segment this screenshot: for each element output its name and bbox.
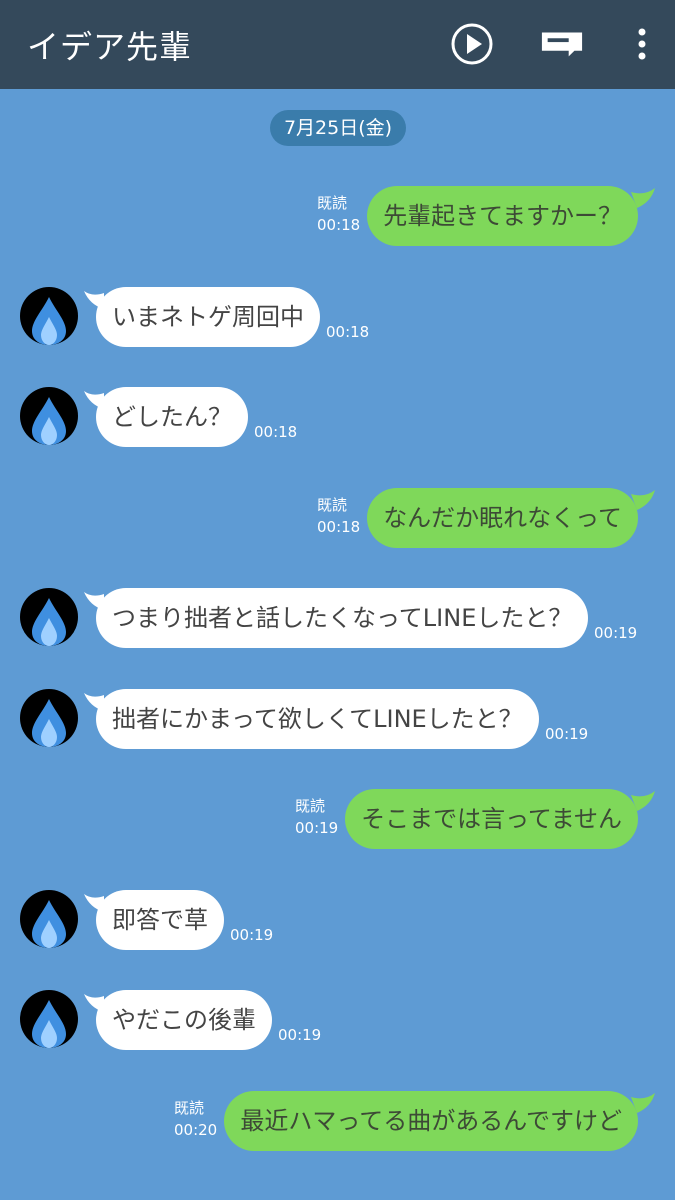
message-bubble[interactable]: 先輩起きてますかー？ — [367, 186, 638, 246]
message-time: 00:19 — [594, 624, 638, 642]
incoming-message: いまネトゲ周回中 00:18 — [0, 287, 675, 367]
read-receipt: 既読 — [317, 496, 348, 514]
incoming-message: やだこの後輩 00:19 — [0, 990, 675, 1070]
incoming-message: どしたん？ 00:18 — [0, 387, 675, 467]
flame-icon — [32, 397, 66, 445]
flame-icon — [32, 598, 66, 646]
incoming-message: 拙者にかまって欲しくてLINEしたと？ 00:19 — [0, 689, 675, 769]
message-meta: 既読 00:19 — [295, 795, 338, 839]
message-bubble[interactable]: なんだか眠れなくって — [367, 488, 638, 548]
app-header: イデア先輩 — [0, 0, 675, 89]
message-time: 00:19 — [295, 819, 339, 837]
message-meta: 既読 00:18 — [317, 192, 360, 236]
message-time: 00:18 — [254, 423, 298, 441]
message-meta: 既読 00:20 — [174, 1097, 217, 1141]
message-time: 00:19 — [230, 926, 274, 944]
date-separator: 7月25日(金) — [270, 110, 406, 146]
message-time: 00:19 — [545, 725, 589, 743]
more-icon[interactable] — [620, 22, 664, 66]
read-receipt: 既読 — [174, 1099, 205, 1117]
message-meta: 既読 00:18 — [317, 494, 360, 538]
read-receipt: 既読 — [317, 194, 348, 212]
message-time: 00:18 — [317, 216, 361, 234]
read-receipt: 既読 — [295, 797, 326, 815]
message-bubble[interactable]: 最近ハマってる曲があるんですけど — [224, 1091, 638, 1151]
message-time: 00:20 — [174, 1121, 218, 1139]
play-icon[interactable] — [450, 22, 494, 66]
outgoing-message: 最近ハマってる曲があるんですけど 既読 00:20 — [0, 1091, 675, 1171]
avatar[interactable] — [20, 890, 78, 948]
avatar[interactable] — [20, 387, 78, 445]
outgoing-message: なんだか眠れなくって 既読 00:18 — [0, 488, 675, 568]
chat-title[interactable]: イデア先輩 — [27, 22, 192, 68]
message-bubble[interactable]: 拙者にかまって欲しくてLINEしたと？ — [96, 689, 539, 749]
outgoing-message: 先輩起きてますかー？ 既読 00:18 — [0, 186, 675, 266]
flame-icon — [32, 297, 66, 345]
flame-icon — [32, 900, 66, 948]
message-time: 00:19 — [278, 1026, 322, 1044]
flame-icon — [32, 1000, 66, 1048]
outgoing-message: そこまでは言ってません 既読 00:19 — [0, 789, 675, 869]
message-bubble[interactable]: いまネトゲ周回中 — [96, 287, 320, 347]
message-bubble[interactable]: どしたん？ — [96, 387, 248, 447]
avatar[interactable] — [20, 990, 78, 1048]
message-bubble[interactable]: やだこの後輩 — [96, 990, 272, 1050]
incoming-message: 即答で草 00:19 — [0, 890, 675, 970]
incoming-message: つまり拙者と話したくなってLINEしたと？ 00:19 — [0, 588, 675, 668]
message-bubble[interactable]: 即答で草 — [96, 890, 224, 950]
avatar[interactable] — [20, 689, 78, 747]
avatar[interactable] — [20, 287, 78, 345]
keyboard-icon[interactable] — [540, 22, 584, 66]
message-bubble[interactable]: つまり拙者と話したくなってLINEしたと？ — [96, 588, 589, 648]
avatar[interactable] — [20, 588, 78, 646]
chat-area[interactable]: 7月25日(金) 先輩起きてますかー？ 既読 00:18 いまネトゲ周回中 00:18 ど… — [0, 89, 675, 1200]
message-time: 00:18 — [326, 323, 370, 341]
flame-icon — [32, 699, 66, 747]
message-bubble[interactable]: そこまでは言ってません — [345, 789, 638, 849]
message-time: 00:18 — [317, 518, 361, 536]
